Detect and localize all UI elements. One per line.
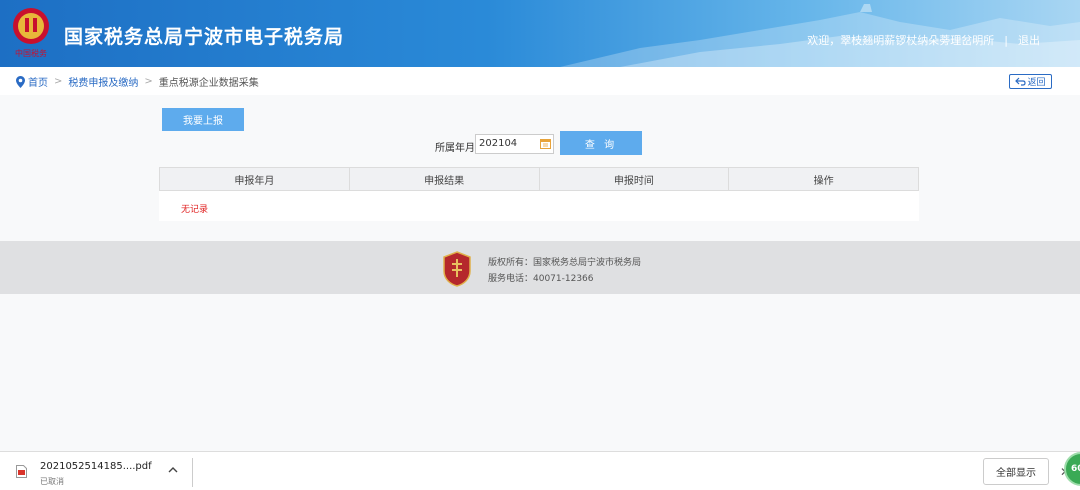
user-welcome: 欢迎，翠枝翘明薪锣杖纳朵蒡理岔明所 | 退出 [807,32,1040,48]
back-label: 返回 [1027,78,1046,88]
breadcrumb-arrow: > [144,76,153,87]
empty-message: 无记录 [181,205,209,215]
breadcrumb: 首页 > 税费申报及缴纳 > 重点税源企业数据采集 [16,74,259,89]
report-button[interactable]: 我要上报 [162,108,244,131]
download-bar: 2021052514185....pdf 已取消 全部显示 ✕ [0,451,1080,490]
header-separator: | [1004,34,1008,47]
back-button[interactable]: 返回 [1009,74,1052,89]
tax-shield-logo-icon [443,251,471,287]
tax-bureau-emblem-icon: 中国税务 [13,8,49,58]
download-filename[interactable]: 2021052514185....pdf [40,461,152,472]
download-status: 已取消 [40,477,64,486]
location-pin-icon [16,75,25,88]
site-title: 国家税务总局宁波市电子税务局 [64,26,345,48]
welcome-text: 欢迎，翠枝翘明薪锣杖纳朵蒡理岔明所 [807,34,995,47]
download-divider [192,458,193,487]
column-header-time: 申报时间 [540,168,730,190]
footer-phone: 服务电话：40071-12366 [488,274,594,284]
chevron-up-icon[interactable] [167,466,179,474]
back-arrow-icon [1015,77,1027,86]
footer-copyright: 版权所有：国家税务总局宁波市税务局 [488,258,642,268]
records-table: 申报年月 申报结果 申报时间 操作 无记录 [159,167,919,221]
column-header-action: 操作 [813,175,834,187]
footer-info: 版权所有：国家税务总局宁波市税务局 服务电话：40071-12366 [488,255,641,287]
breadcrumb-home[interactable]: 首页 [28,74,48,89]
column-header-period: 申报年月 [160,168,350,190]
table-body: 无记录 [159,191,919,221]
breadcrumb-current: 重点税源企业数据采集 [158,78,259,89]
site-footer: 版权所有：国家税务总局宁波市税务局 服务电话：40071-12366 [0,241,1080,294]
site-header: 中国税务 国家税务总局宁波市电子税务局 欢迎，翠枝翘明薪锣杖纳朵蒡理岔明所 | 退出 [0,0,1080,67]
query-button[interactable]: 查 询 [560,131,642,155]
logout-link[interactable]: 退出 [1018,34,1040,47]
breadcrumb-arrow: > [54,76,63,87]
calendar-icon[interactable] [540,138,551,149]
breadcrumb-tax-declaration[interactable]: 税费申报及缴纳 [68,74,138,89]
period-label: 所属年月: [435,143,479,154]
pdf-file-icon [16,465,27,478]
svg-text:中国税务: 中国税务 [15,48,47,58]
breadcrumb-bar: 首页 > 税费申报及缴纳 > 重点税源企业数据采集 返回 [0,67,1080,95]
table-header: 申报年月 申报结果 申报时间 操作 [159,167,919,191]
column-header-result: 申报结果 [350,168,540,190]
show-all-button[interactable]: 全部显示 [983,458,1049,485]
